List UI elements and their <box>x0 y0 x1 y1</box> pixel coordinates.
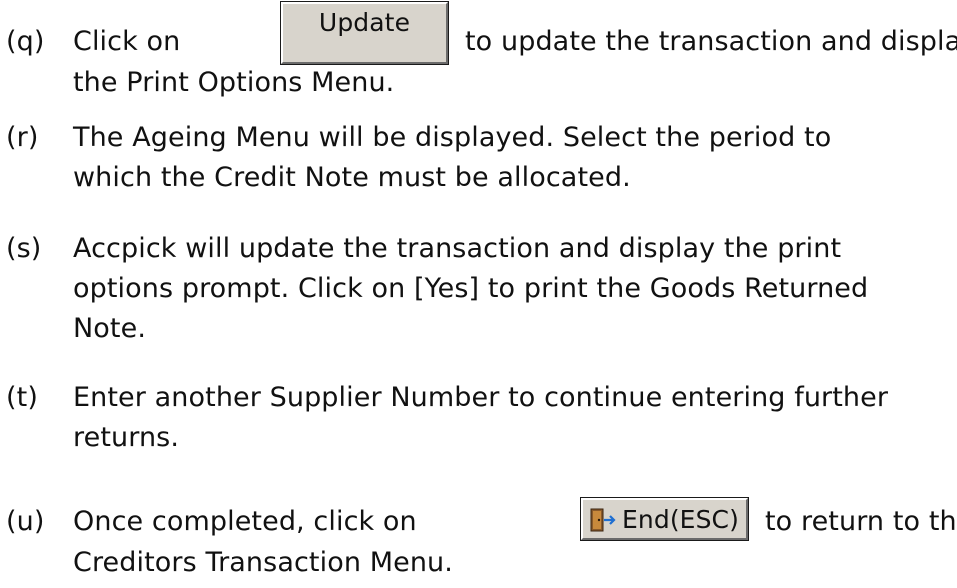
end-esc-button-label: End(ESC) <box>622 505 739 534</box>
step-line: returns. <box>73 422 180 453</box>
step-line: Enter another Supplier Number to continu… <box>73 382 889 413</box>
step-marker: (q) <box>6 26 45 57</box>
step-marker: (s) <box>6 233 42 264</box>
step-marker: (u) <box>6 506 45 537</box>
step-line: Creditors Transaction Menu. <box>73 547 453 578</box>
step-line: Once completed, click on End(ESC) to ret… <box>73 497 957 542</box>
update-button[interactable]: Update <box>280 1 449 65</box>
step-text: Once completed, click on <box>73 506 417 537</box>
instruction-document: (q) Click on Update to update the transa… <box>0 0 957 588</box>
update-button-label: Update <box>318 8 411 37</box>
step-marker: (r) <box>6 122 39 153</box>
step-line: options prompt. Click on [Yes] to print … <box>73 273 869 304</box>
step-line: Accpick will update the transaction and … <box>73 233 842 264</box>
end-esc-button[interactable]: End(ESC) <box>580 497 749 541</box>
step-line: which the Credit Note must be allocated. <box>73 162 631 193</box>
step-line: Note. <box>73 313 146 344</box>
exit-door-icon <box>590 508 616 536</box>
step-line: The Ageing Menu will be displayed. Selec… <box>73 122 832 153</box>
step-marker: (t) <box>6 382 38 413</box>
step-line: Click on Update to update the transactio… <box>73 1 957 65</box>
step-text: to update the transaction and display <box>465 26 957 57</box>
step-line: the Print Options Menu. <box>73 67 395 98</box>
step-text: Click on <box>73 26 181 57</box>
step-text: to return to the <box>765 506 957 537</box>
